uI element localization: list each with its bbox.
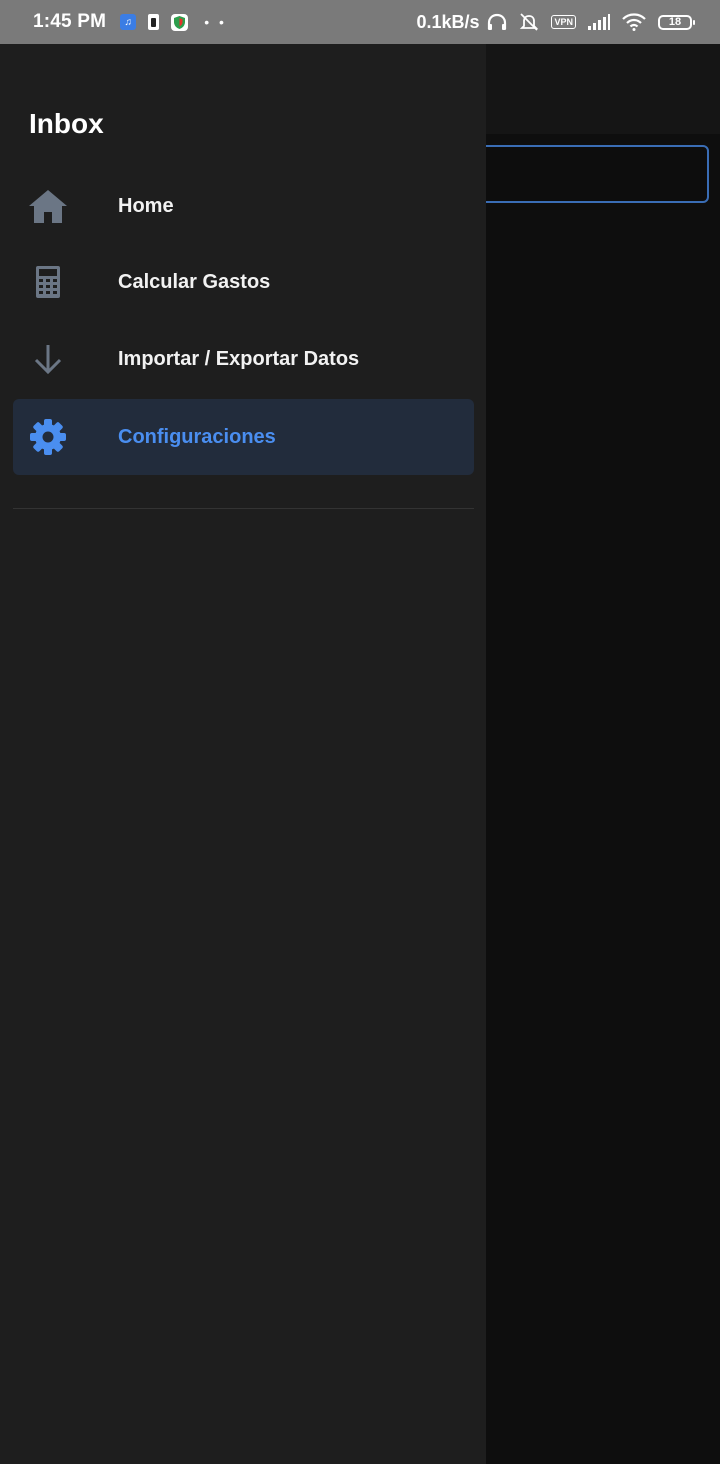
home-icon <box>28 186 68 226</box>
arrow-down-icon <box>28 339 68 379</box>
network-speed: 0.1kB/s <box>416 11 480 32</box>
drawer-title: Inbox <box>29 108 104 139</box>
signal-icon <box>588 14 610 30</box>
gear-icon <box>28 417 68 457</box>
status-bar-right: 0.1kB/s VPN 18 <box>416 0 695 44</box>
background-input-field[interactable] <box>466 145 709 203</box>
more-dots-icon: • • <box>204 14 227 30</box>
background-app-header <box>486 44 720 134</box>
wifi-icon <box>622 13 646 31</box>
nav-item-label: Configuraciones <box>118 425 276 448</box>
nav-item-label: Home <box>118 194 174 217</box>
status-bar-left: 1:45 PM ♫ • • <box>33 0 227 44</box>
nav-item-label: Calcular Gastos <box>118 270 271 293</box>
status-bar: 1:45 PM ♫ • • 0.1kB/s VPN 18 <box>0 0 720 44</box>
vpn-icon: VPN <box>551 15 576 29</box>
drawer-divider <box>13 508 474 509</box>
nav-item-importar-exportar[interactable]: Importar / Exportar Datos <box>13 321 474 397</box>
music-app-icon: ♫ <box>120 14 137 30</box>
nav-item-home[interactable]: Home <box>13 168 474 244</box>
navigation-drawer: Inbox Home Calcular Gastos Importar / Ex… <box>0 44 486 1464</box>
background-app[interactable] <box>466 44 720 1464</box>
battery-icon: 18 <box>658 14 695 30</box>
alarm-off-icon <box>519 12 539 32</box>
sim-card-icon <box>148 14 160 30</box>
shield-app-icon <box>171 13 189 31</box>
nav-item-calcular-gastos[interactable]: Calcular Gastos <box>13 244 474 320</box>
headphones-icon <box>487 13 507 31</box>
calculator-icon <box>28 262 68 302</box>
nav-item-configuraciones[interactable]: Configuraciones <box>13 399 474 475</box>
nav-item-label: Importar / Exportar Datos <box>118 347 360 370</box>
status-time: 1:45 PM <box>33 11 107 32</box>
